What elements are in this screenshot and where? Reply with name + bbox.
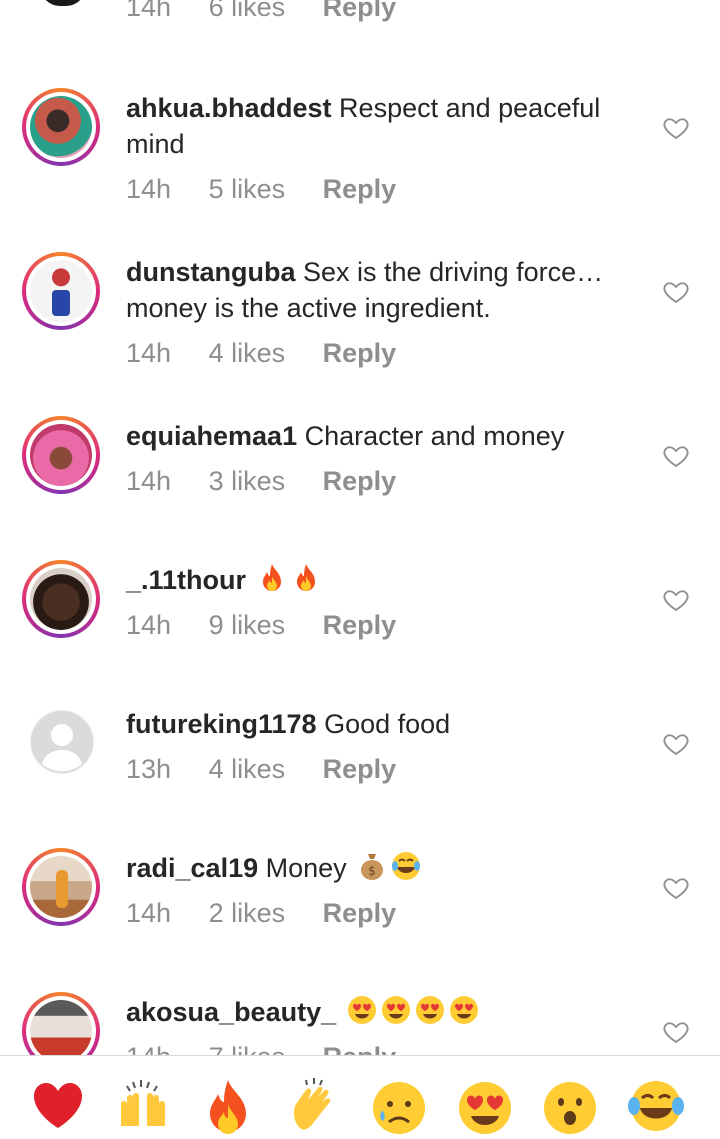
comment-username[interactable]: equiahemaa1 <box>126 421 297 451</box>
comment-meta: 13h 4 likes Reply <box>126 754 426 785</box>
comment-likes[interactable]: 4 likes <box>209 338 286 368</box>
avatar[interactable] <box>40 0 86 6</box>
comment-text: ahkua.bhaddest Respect and peaceful mind <box>126 90 646 162</box>
reply-button[interactable]: Reply <box>323 174 397 204</box>
comment-time: 14h <box>126 1042 171 1055</box>
comment-username[interactable]: futureking1178 <box>126 709 317 739</box>
avatar[interactable] <box>22 992 100 1055</box>
heart-emoji-icon[interactable] <box>28 1076 88 1136</box>
comment-text: equiahemaa1 Character and money <box>126 418 646 454</box>
comment-time: 13h <box>126 754 172 784</box>
surprised-emoji-icon[interactable] <box>540 1076 600 1136</box>
comment-time: 14h <box>126 898 172 928</box>
comment-username[interactable]: akosua_beauty_ <box>126 997 336 1027</box>
avatar[interactable] <box>22 560 100 638</box>
comment-list[interactable]: 14h 6 likes Reply ahkua.bhaddest Respect… <box>0 0 720 1055</box>
heart-eyes-emoji-icon <box>381 996 410 1024</box>
heart-eyes-emoji-icon <box>415 996 444 1024</box>
tears-of-joy-emoji-icon <box>392 852 421 880</box>
comment-time: 14h <box>126 174 172 204</box>
reply-button[interactable]: Reply <box>323 898 397 928</box>
quick-reaction-bar <box>0 1055 720 1139</box>
clapping-hands-emoji-icon[interactable] <box>284 1076 344 1136</box>
avatar[interactable] <box>22 416 100 494</box>
fire-emoji-icon <box>296 564 315 591</box>
comment-meta: 14h 3 likes Reply <box>126 466 426 497</box>
person-icon <box>31 711 93 773</box>
comment-time: 14h <box>126 466 172 496</box>
raising-hands-emoji-icon[interactable] <box>113 1076 173 1136</box>
heart-eyes-emoji-icon <box>449 996 478 1024</box>
comment-likes[interactable]: 9 likes <box>209 610 286 640</box>
comment-username[interactable]: dunstanguba <box>126 257 296 287</box>
comment-meta: 14h 9 likes Reply <box>126 610 426 641</box>
comment-body: Money <box>258 853 355 883</box>
comment-body: Good food <box>316 709 451 739</box>
comment-time: 14h <box>126 338 172 368</box>
comment-username[interactable]: _.11thour <box>126 565 246 595</box>
like-heart-icon[interactable] <box>662 730 690 758</box>
reply-button[interactable]: Reply <box>323 1042 397 1055</box>
comment-likes[interactable]: 2 likes <box>209 898 286 928</box>
reply-button[interactable]: Reply <box>323 466 397 496</box>
like-heart-icon[interactable] <box>662 586 690 614</box>
comment-likes[interactable]: 6 likes <box>209 0 286 22</box>
tears-of-joy-emoji-icon[interactable] <box>626 1076 686 1136</box>
like-heart-icon[interactable] <box>662 874 690 902</box>
comment-likes[interactable]: 5 likes <box>209 174 286 204</box>
comment-meta: 14h 4 likes Reply <box>126 338 426 369</box>
comment-text: radi_cal19 Money $ <box>126 850 646 886</box>
comment-likes[interactable]: 4 likes <box>209 754 286 784</box>
comment-text: futureking1178 Good food <box>126 706 646 742</box>
like-heart-icon[interactable] <box>662 114 690 142</box>
comment-username[interactable]: radi_cal19 <box>126 853 258 883</box>
reply-button[interactable]: Reply <box>323 610 397 640</box>
avatar[interactable] <box>22 252 100 330</box>
comment-time: 14h <box>126 610 172 640</box>
avatar[interactable] <box>22 88 100 166</box>
comment-meta: 14h 5 likes Reply <box>126 174 426 205</box>
comment-username[interactable]: ahkua.bhaddest <box>126 93 332 123</box>
avatar[interactable] <box>22 848 100 926</box>
comment-likes[interactable]: 3 likes <box>209 466 286 496</box>
heart-eyes-emoji-icon <box>347 996 376 1024</box>
comment-body <box>336 997 344 1027</box>
comment-meta: 14h 6 likes Reply <box>126 0 426 23</box>
reply-button[interactable]: Reply <box>323 754 397 784</box>
fire-emoji-icon[interactable] <box>198 1076 258 1136</box>
money-bag-emoji-icon: $ <box>361 854 384 880</box>
reply-button[interactable]: Reply <box>323 338 397 368</box>
sad-emoji-icon[interactable] <box>369 1076 429 1136</box>
comment-text: dunstanguba Sex is the driving force…mon… <box>126 254 646 326</box>
like-heart-icon[interactable] <box>662 442 690 470</box>
default-avatar[interactable] <box>30 710 94 774</box>
comment-body <box>246 565 254 595</box>
comment-meta: 14h 7 likes Reply <box>126 1042 426 1055</box>
comment-meta: 14h 2 likes Reply <box>126 898 426 929</box>
comment-time: 14h <box>126 0 172 22</box>
comment-body: Character and money <box>297 421 565 451</box>
like-heart-icon[interactable] <box>662 278 690 306</box>
heart-eyes-emoji-icon[interactable] <box>455 1076 515 1136</box>
comment-text: _.11thour <box>126 562 646 598</box>
comment-text: akosua_beauty_ <box>126 994 646 1030</box>
reply-button[interactable]: Reply <box>323 0 397 22</box>
like-heart-icon[interactable] <box>662 1018 690 1046</box>
svg-text:$: $ <box>368 864 376 878</box>
fire-emoji-icon <box>262 564 281 591</box>
comment-likes[interactable]: 7 likes <box>209 1042 286 1055</box>
